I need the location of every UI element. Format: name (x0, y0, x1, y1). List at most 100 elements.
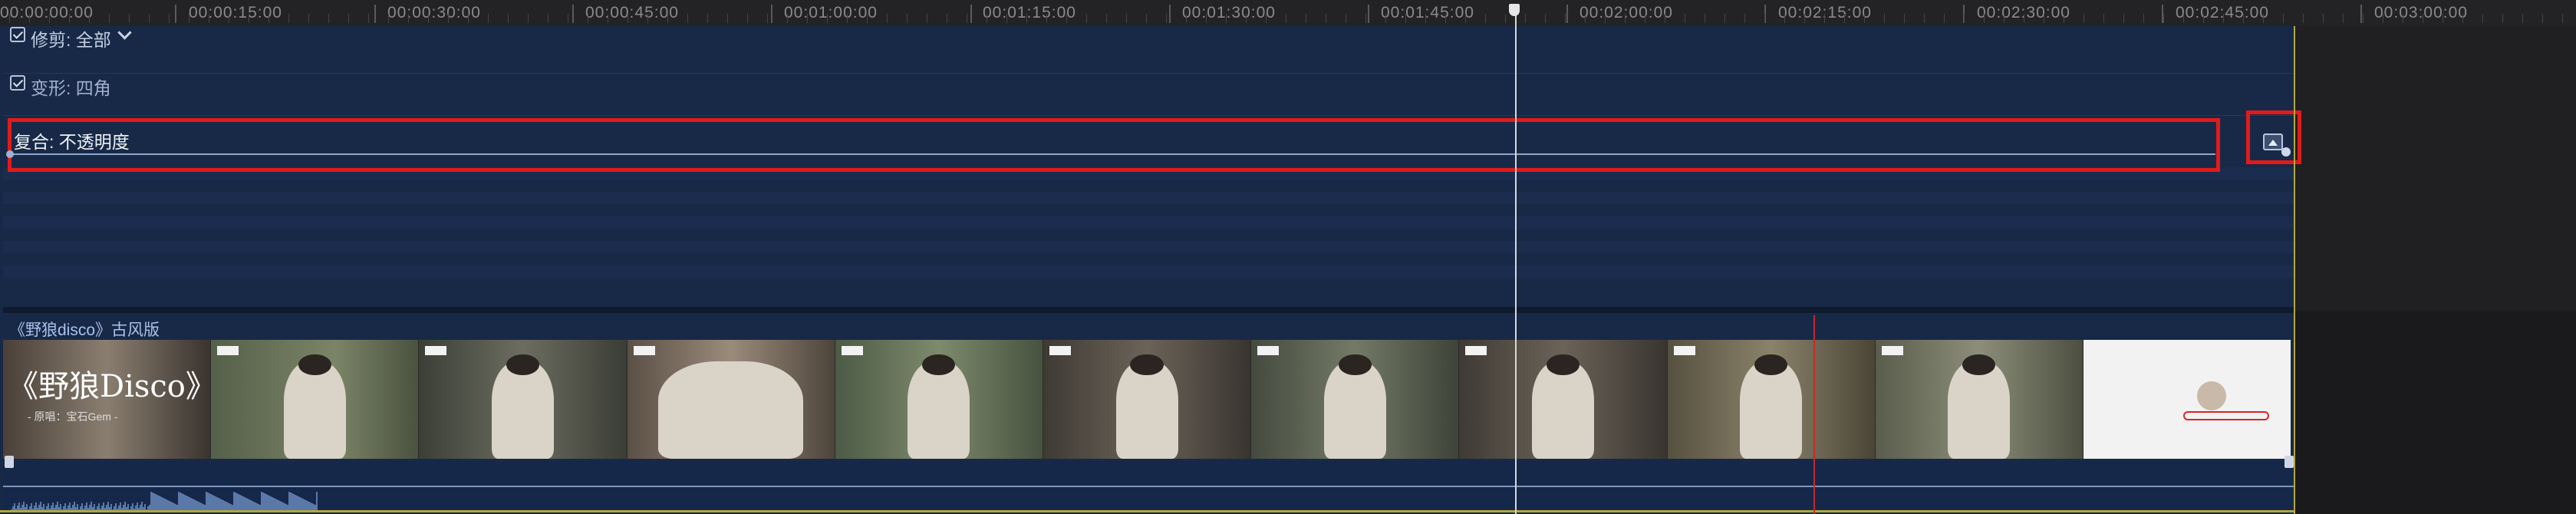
ruler-minor-tick (1764, 14, 1765, 23)
performer-figure (1531, 361, 1594, 459)
ruler-minor-tick (747, 14, 748, 23)
transform-checkbox[interactable] (10, 75, 25, 91)
trim-checkbox[interactable] (10, 27, 25, 42)
playhead-line[interactable] (1515, 8, 1517, 514)
clip-frame (419, 340, 628, 459)
ruler-minor-tick (827, 14, 828, 23)
channel-logo (217, 346, 239, 355)
clip-start-handle[interactable] (5, 456, 14, 468)
waveform-bar (316, 492, 318, 512)
ruler-tick (175, 5, 176, 23)
channel-logo (425, 346, 447, 355)
ruler-minor-tick (2462, 14, 2463, 23)
ruler-minor-tick (1824, 14, 1825, 23)
ruler-minor-tick (69, 14, 70, 23)
cover-subtitle: - 原唱：宝石Gem - (28, 410, 118, 423)
ruler-minor-tick (1884, 14, 1885, 23)
ruler-minor-tick (1066, 14, 1067, 23)
ruler-minor-tick (647, 14, 648, 23)
ruler-minor-tick (2502, 14, 2503, 23)
ruler-minor-tick (1744, 14, 1745, 23)
ruler-minor-tick (1445, 14, 1446, 23)
row-divider (3, 115, 2295, 116)
keyframe-button[interactable] (2263, 133, 2283, 150)
channel-logo (1673, 346, 1695, 355)
track-gap (3, 307, 2295, 313)
cover-title: 《野狼Disco》 (8, 369, 212, 404)
ruler-minor-tick (2562, 14, 2563, 23)
playhead-knob[interactable] (1509, 4, 1520, 16)
ruler-timecode: 00:02:00:00 (1580, 4, 1673, 21)
track-stripe (3, 216, 2295, 229)
keyframe-handle[interactable] (6, 150, 14, 158)
ruler-minor-tick (1944, 14, 1945, 23)
ruler-minor-tick (2482, 14, 2483, 23)
clip-frame (835, 340, 1043, 459)
ruler-minor-tick (2283, 14, 2284, 23)
ruler-minor-tick (1964, 14, 1965, 23)
performer-hair (298, 354, 331, 376)
clip-title: 《野狼disco》古风版 (9, 321, 160, 339)
ruler-minor-tick (1006, 14, 1007, 23)
audio-waveform-track[interactable] (3, 460, 2294, 512)
video-clip-filmstrip[interactable]: 《野狼Disco》 - 原唱：宝石Gem - (3, 340, 2291, 459)
ruler-minor-tick (2223, 14, 2224, 23)
ruler-minor-tick (1565, 14, 1566, 23)
ruler-minor-tick (1724, 14, 1725, 23)
ruler-minor-tick (1984, 14, 1985, 23)
ruler-minor-tick (508, 14, 509, 23)
performer-figure (658, 361, 804, 459)
range-bottom-border (0, 510, 2295, 512)
empty-band (2295, 311, 2576, 514)
marker-line[interactable] (1813, 315, 1815, 514)
keyframe-point[interactable] (2281, 147, 2291, 157)
ruler-minor-tick (169, 14, 170, 23)
performer-hair (1338, 354, 1372, 376)
ruler-minor-tick (1804, 14, 1805, 23)
ruler-minor-tick (109, 14, 110, 23)
ruler-minor-tick (2303, 14, 2304, 23)
transform-label: 变形: 四角 (31, 78, 111, 98)
ruler-minor-tick (1246, 14, 1247, 23)
ruler-tick (2360, 5, 2362, 23)
ruler-minor-tick (2203, 14, 2204, 23)
ruler-minor-tick (1585, 14, 1586, 23)
ruler-tick (1566, 5, 1568, 23)
ruler-timecode: 00:00:45:00 (585, 4, 679, 21)
performer-figure (1948, 361, 2011, 459)
ruler-minor-tick (89, 14, 90, 23)
track-stripe (3, 241, 2295, 253)
clip-frame (1251, 340, 1460, 459)
ruler-minor-tick (1266, 14, 1267, 23)
ruler-minor-tick (1904, 14, 1905, 23)
ruler-minor-tick (1405, 14, 1406, 23)
ruler-minor-tick (1505, 14, 1506, 23)
ruler-minor-tick (1106, 14, 1107, 23)
clip-frame (627, 340, 835, 459)
clip-frame (1459, 340, 1668, 459)
ruler-minor-tick (348, 14, 349, 23)
clip-end-handle[interactable] (2284, 456, 2294, 468)
composite-label: 复合: 不透明度 (14, 132, 130, 152)
ruler-minor-tick (1126, 14, 1127, 23)
ruler-minor-tick (787, 14, 788, 23)
ruler-minor-tick (1226, 14, 1227, 23)
timeline-ruler[interactable]: 00:00:00:00 00:00:15:00 00:00:30:00 00:0… (0, 0, 2576, 27)
performer-figure (1115, 361, 1178, 459)
ruler-tick (1169, 5, 1171, 23)
ruler-timecode: 00:01:45:00 (1381, 4, 1474, 21)
ruler-minor-tick (2103, 14, 2104, 23)
ruler-timecode: 00:00:00:00 (0, 4, 94, 21)
ruler-minor-tick (807, 14, 808, 23)
clip-frame-cover: 《野狼Disco》 - 原唱：宝石Gem - (3, 340, 212, 459)
ruler-minor-tick (288, 14, 289, 23)
ruler-minor-tick (1166, 14, 1167, 23)
timeline-empty-area (2295, 26, 2576, 514)
ruler-timecode: 00:02:45:00 (2176, 4, 2269, 21)
ruler-minor-tick (1206, 14, 1207, 23)
ruler-minor-tick (847, 14, 848, 23)
ruler-minor-tick (1605, 14, 1606, 23)
opacity-curve[interactable] (11, 153, 2215, 155)
ruler-tick (771, 5, 772, 23)
volume-line[interactable] (3, 486, 2294, 487)
